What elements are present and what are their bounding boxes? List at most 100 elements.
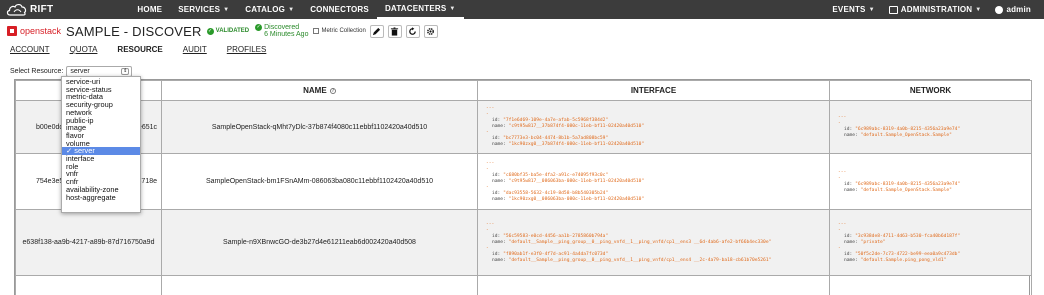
yaml-key: name:: [492, 239, 509, 245]
cell-id: e638f138-aa9b-4217-a89b-87d716750a9d: [15, 209, 162, 276]
nav-events[interactable]: EVENTS ▼: [825, 5, 881, 14]
cell-network: [829, 275, 1032, 295]
nav-right: EVENTS ▼ ADMINISTRATION ▼ admin: [825, 0, 1038, 19]
nav-user-label: admin: [1006, 5, 1031, 14]
yaml-line: name: "1kc90zxg0__37b874f4-080c-11eb-bf1…: [492, 142, 829, 148]
validated-label: VALIDATED: [215, 28, 250, 34]
yaml-value: "f890ab1f-e3f0-4f7d-ac91-4a4da7fc073d": [503, 251, 609, 257]
nav-administration[interactable]: ADMINISTRATION ▼: [882, 5, 989, 14]
tab-quota[interactable]: QUOTA: [70, 45, 98, 54]
dropdown-option-label: host-aggregate: [66, 192, 116, 202]
select-resource-label: Select Resource:: [10, 68, 64, 75]
edit-button[interactable]: [369, 24, 384, 38]
yaml-value: "bc7773e3-bc04-4474-8b1b-5a7ad808bc59": [503, 136, 609, 141]
user-icon: [995, 5, 1004, 14]
delete-button[interactable]: [387, 24, 402, 38]
nav-connectors[interactable]: CONNECTORS: [302, 0, 377, 19]
table-row[interactable]: b00e0dd6 6e651c SampleOpenStack-qMht7yDlc-…: [15, 100, 1032, 154]
column-header-name[interactable]: NAME ?: [161, 80, 478, 101]
table-row[interactable]: e638f138-aa9b-4217-a89b-87d716750a9d Samp…: [15, 209, 1032, 276]
cell-name: [161, 275, 478, 295]
cloud-logo-icon: [6, 3, 27, 16]
yaml-value: "default.Sample_OpenStack.Sample": [860, 133, 952, 138]
yaml-value: "c9t95w817__086063ba-080c-11eb-bf11-0242…: [508, 178, 645, 184]
page-header: openstack SAMPLE - DISCOVER ✓ VALIDATED …: [7, 21, 438, 41]
yaml-value: "default.Sample.ping_pong_vld1": [860, 257, 947, 263]
yaml-value: "1kc90zxg0__37b874f4-080c-11eb-bf11-0242…: [508, 142, 645, 147]
select-arrows-icon: ⇕: [121, 68, 130, 75]
table-row[interactable]: [15, 275, 1032, 295]
brand-name: RIFT: [30, 4, 54, 15]
yaml-key: id:: [492, 172, 504, 178]
settings-button[interactable]: [423, 24, 438, 38]
yaml-value: "6c989abc-8319-4a0b-8215-4356a23a9e74": [855, 127, 961, 132]
yaml-value: "default__Sample__ping_group__0__ping_vn…: [508, 257, 772, 263]
column-header-network[interactable]: NETWORK: [829, 80, 1032, 101]
yaml-key: id:: [492, 233, 504, 239]
metric-collection-toggle[interactable]: Metric Collection: [313, 28, 366, 34]
yaml-value: "c680bf35-ba5e-4fa2-a91c-e74095f93c0c": [503, 172, 609, 178]
settings-icon: [427, 27, 435, 35]
nav-home[interactable]: HOME: [129, 0, 170, 19]
select-resource-value: server: [70, 68, 90, 75]
yaml-value: "private": [860, 239, 886, 245]
cell-network: --- - id: "6c989abc-8319-4a0b-8215-4356a2…: [829, 100, 1032, 154]
nav-user[interactable]: admin: [988, 5, 1038, 14]
help-icon[interactable]: ?: [329, 88, 336, 94]
check-circle-icon: ✓: [255, 24, 263, 31]
cell-interface: --- - id: "7f1e6d69-109e-4a7e-afab-5c5968…: [477, 100, 830, 154]
cell-interface: --- - id: "c680bf35-ba5e-4fa2-a91c-e74095…: [477, 153, 830, 210]
cell-network: --- - id: "6c989abc-8319-4a0b-8215-4356a2…: [829, 153, 1032, 210]
check-circle-icon: ✓: [206, 27, 214, 35]
yaml-key: id:: [844, 233, 856, 239]
nav-connectors-label: CONNECTORS: [310, 5, 369, 14]
refresh-button[interactable]: [405, 24, 420, 38]
yaml-line: name: "default.Sample.ping_pong_vld1": [844, 258, 1031, 264]
tab-resource[interactable]: RESOURCE: [117, 45, 162, 54]
chevron-down-icon: ▼: [975, 6, 982, 13]
discovered-status: ✓ Discovered 6 Minutes Ago: [255, 24, 308, 38]
rift-logo[interactable]: RIFT: [6, 3, 53, 16]
resource-table: NAME ? INTERFACE NETWORK b00e0dd6 6e651c S…: [14, 79, 1032, 295]
yaml-key: name:: [492, 142, 509, 147]
dropdown-option[interactable]: host-aggregate: [62, 192, 140, 202]
resource-subtabs: ACCOUNT QUOTA RESOURCE AUDIT PROFILES: [10, 45, 286, 54]
nav-catalog[interactable]: CATALOG ▼: [237, 0, 302, 19]
openstack-icon: [7, 26, 17, 36]
chevron-down-icon: ▼: [868, 6, 875, 13]
openstack-logo-text: openstack: [20, 26, 62, 36]
column-header-interface[interactable]: INTERFACE: [477, 80, 830, 101]
nav-services[interactable]: SERVICES ▼: [170, 0, 237, 19]
yaml-key: id:: [492, 251, 504, 257]
cell-id-prefix: 754e3e5b: [36, 178, 68, 185]
cell-id-prefix: b00e0dd6: [36, 123, 68, 131]
nav-services-label: SERVICES: [178, 5, 221, 14]
nav-events-label: EVENTS: [832, 5, 866, 14]
main-nav: HOME SERVICES ▼ CATALOG ▼ CONNECTORS DATAC…: [129, 0, 464, 19]
yaml-value: "dac93558-5632-4c19-8d58-b8b540305b24": [503, 190, 609, 196]
yaml-value: "default__Sample__ping_group__0__ping_vn…: [508, 239, 772, 245]
yaml-key: name:: [844, 257, 861, 263]
cell-interface: --- - id: "56c59583-e0cd-4456-aa1b-278586…: [477, 209, 830, 276]
tab-profiles[interactable]: PROFILES: [227, 45, 267, 54]
yaml-key: id:: [844, 181, 856, 187]
metric-collection-label: Metric Collection: [321, 28, 366, 34]
tab-audit[interactable]: AUDIT: [183, 45, 207, 54]
yaml-key: id:: [492, 118, 504, 123]
nav-datacenters-label: DATACENTERS: [384, 4, 447, 13]
tab-account[interactable]: ACCOUNT: [10, 45, 50, 54]
pencil-icon: [373, 27, 381, 35]
openstack-logo: openstack: [7, 26, 61, 36]
metric-collection-checkbox[interactable]: [313, 28, 320, 34]
yaml-line: name: "default__Sample__ping_group__0__p…: [492, 258, 829, 264]
refresh-icon: [409, 26, 417, 35]
nav-datacenters[interactable]: DATACENTERS ▼: [376, 0, 464, 19]
yaml-value: "default.Sample_OpenStack.Sample": [860, 187, 952, 193]
yaml-value: "6c989abc-8319-4a0b-8215-4356a23a9e74": [855, 181, 961, 187]
discovered-time: 6 Minutes Ago: [264, 31, 309, 38]
resource-table-grid: NAME ? INTERFACE NETWORK b00e0dd6 6e651c S…: [15, 80, 1032, 295]
yaml-key: id:: [492, 136, 504, 141]
nav-home-label: HOME: [137, 5, 163, 14]
yaml-key: name:: [492, 178, 509, 184]
table-row[interactable]: 754e3e5b 38718e SampleOpenStack-bm1FSnAMm-…: [15, 153, 1032, 210]
